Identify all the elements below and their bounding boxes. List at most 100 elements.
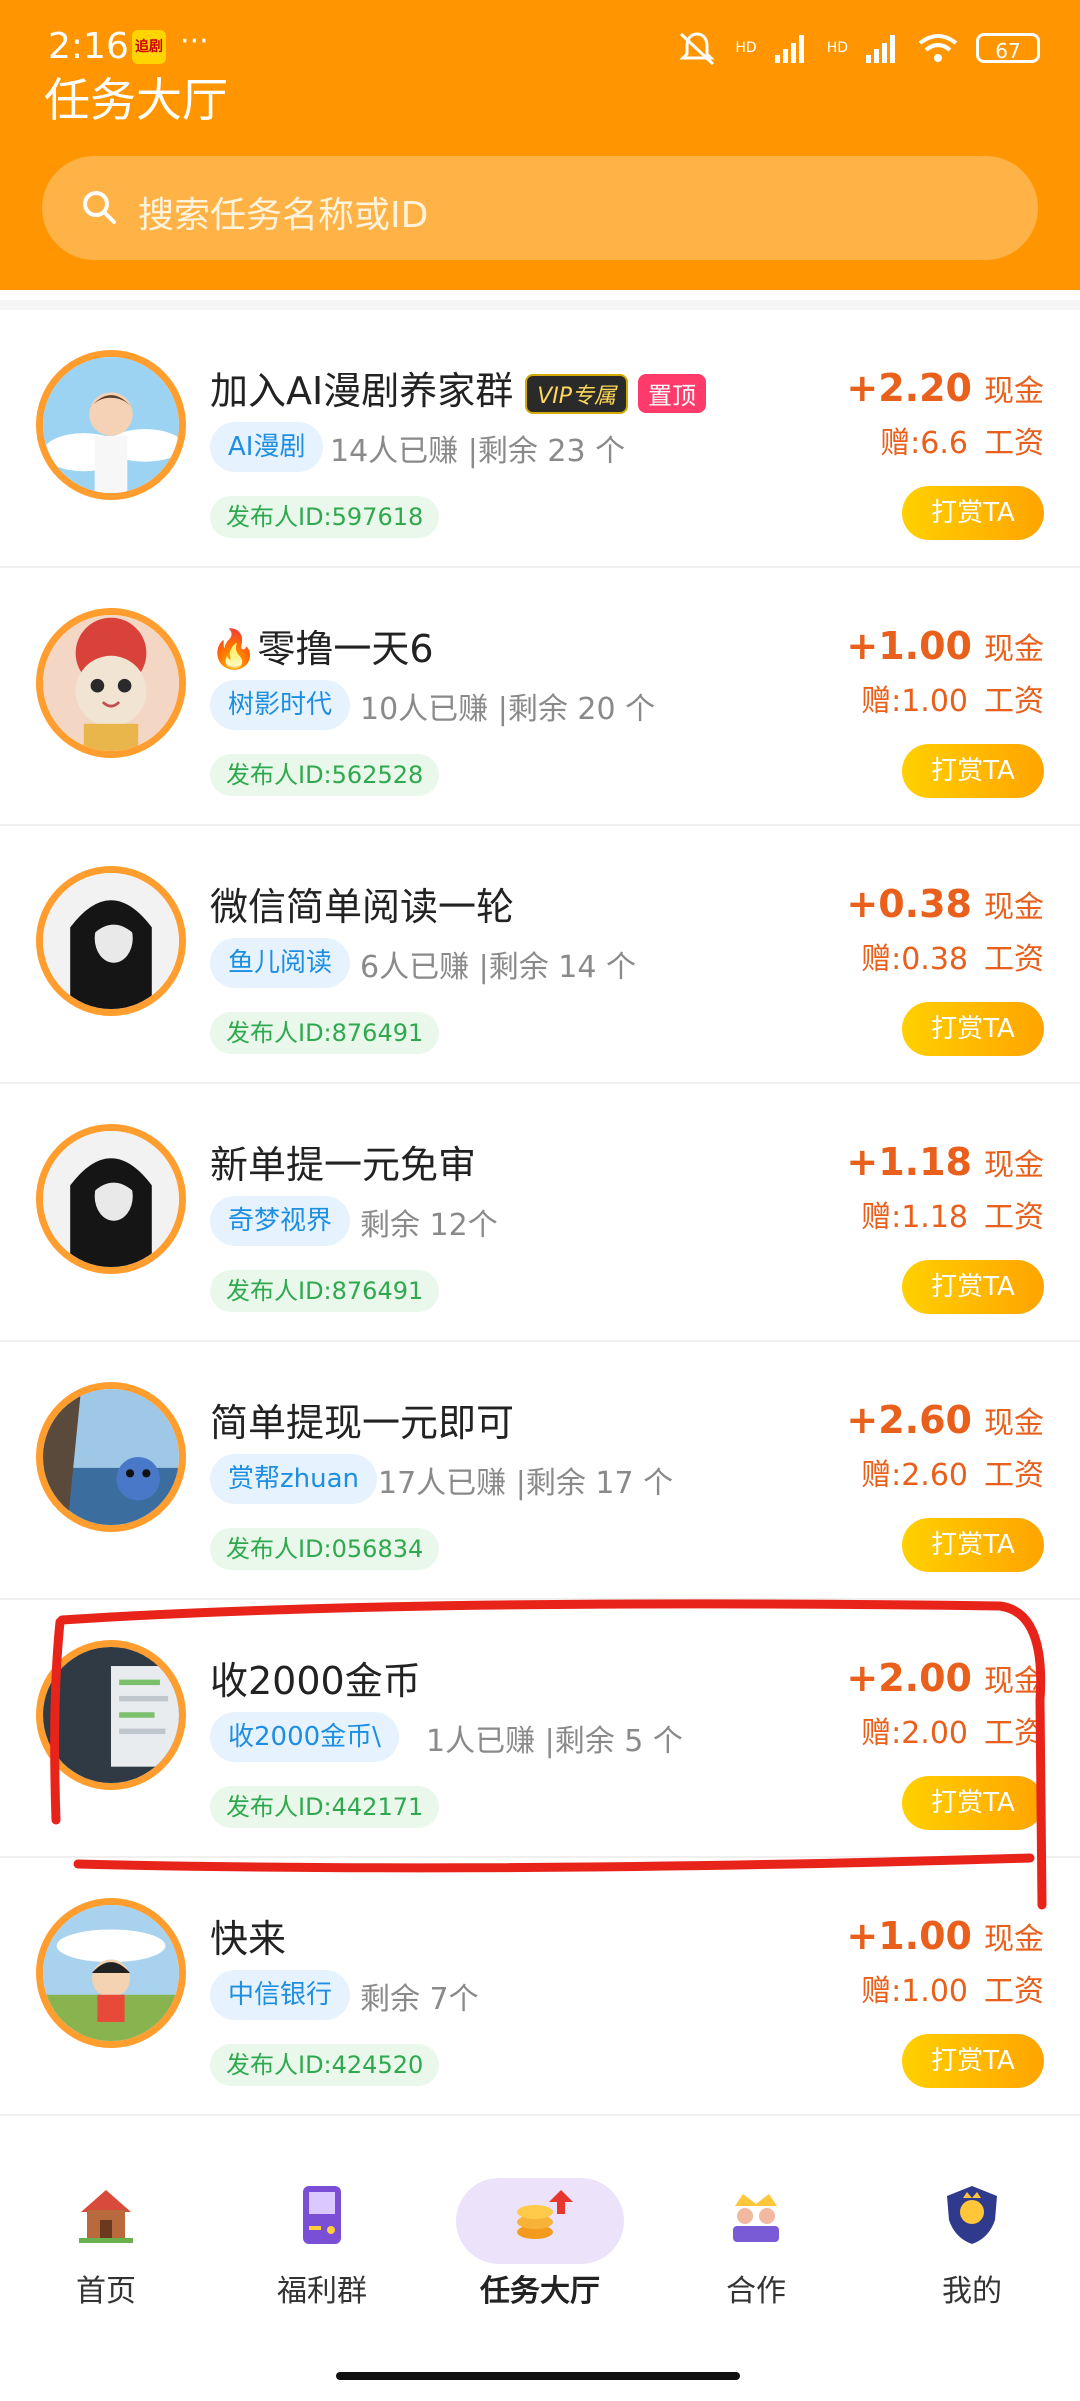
task-row[interactable]: 新单提一元免审 奇梦视界 剩余 12个 发布人ID:876491 +1.18 现金… <box>0 1084 1080 1342</box>
task-title: 新单提一元免审 <box>210 1134 476 1189</box>
cash-label: 现金 <box>984 374 1044 409</box>
tip-button[interactable]: 打赏TA <box>902 2034 1044 2088</box>
cash-amount: +1.18 <box>846 1140 972 1184</box>
tip-button[interactable]: 打赏TA <box>902 744 1044 798</box>
task-tag: 中信银行 <box>210 1970 351 2020</box>
tab-label: 我的 <box>942 2274 1002 2309</box>
publisher-avatar <box>36 608 186 758</box>
cash-amount: +1.00 <box>846 624 972 668</box>
tip-button[interactable]: 打赏TA <box>902 486 1044 540</box>
task-stats: 10人已赚 |剩余 20 个 <box>360 692 656 727</box>
task-row[interactable]: 微信简单阅读一轮 鱼儿阅读 6人已赚 |剩余 14 个 发布人ID:876491… <box>0 826 1080 1084</box>
bonus-reward: 赠:0.38 工资 <box>861 934 1044 978</box>
bonus-label: 工资 <box>984 684 1044 719</box>
task-stats: 17人已赚 |剩余 17 个 <box>378 1466 674 1501</box>
tip-button[interactable]: 打赏TA <box>902 1002 1044 1056</box>
signal-hd-label-2: HD <box>826 40 848 56</box>
cash-reward: +1.00 现金 <box>846 1914 1044 1958</box>
cash-amount: +1.00 <box>846 1914 972 1958</box>
publisher-id: 发布人ID:424520 <box>210 2044 440 2086</box>
cash-label: 现金 <box>984 1922 1044 1957</box>
task-title: 收2000金币 <box>210 1650 421 1705</box>
page-title: 任务大厅 <box>44 73 228 127</box>
bonus-amount: 赠:6.6 <box>880 426 968 461</box>
tab-label: 合作 <box>726 2274 786 2309</box>
publisher-id: 发布人ID:056834 <box>210 1528 440 1570</box>
bonus-label: 工资 <box>984 426 1044 461</box>
task-stats: 6人已赚 |剩余 14 个 <box>360 950 636 985</box>
cash-label: 现金 <box>984 1406 1044 1441</box>
task-tag: AI漫剧 <box>210 422 324 472</box>
bonus-reward: 赠:6.6 工资 <box>880 418 1044 462</box>
coins-stack-icon <box>517 2190 573 2239</box>
task-title-text: 收2000金币 <box>210 1659 421 1703</box>
task-row[interactable]: 快来 中信银行 剩余 7个 发布人ID:424520 +1.00 现金 赠:1.0… <box>0 1858 1080 2116</box>
bonus-label: 工资 <box>984 1200 1044 1235</box>
bonus-amount: 赠:1.00 <box>861 1974 968 2009</box>
pinned-badge: 置顶 <box>638 374 707 413</box>
publisher-avatar <box>36 350 186 500</box>
cash-label: 现金 <box>984 1664 1044 1699</box>
list-divider <box>0 300 1080 310</box>
tab-label: 任务大厅 <box>480 2274 600 2309</box>
bonus-amount: 赠:2.00 <box>861 1716 968 1751</box>
cash-label: 现金 <box>984 632 1044 667</box>
cash-label: 现金 <box>984 890 1044 925</box>
publisher-avatar <box>36 1124 186 1274</box>
signal-icon-2 <box>866 35 895 63</box>
publisher-avatar <box>36 1382 186 1532</box>
crown-people-icon <box>733 2194 779 2242</box>
tab-partner[interactable]: 合作 <box>666 2180 846 2310</box>
task-row[interactable]: 加入AI漫剧养家群 VIP专属 置顶 AI漫剧 14人已赚 |剩余 23 个 发布人… <box>0 310 1080 568</box>
cash-amount: +0.38 <box>846 882 972 926</box>
task-title: 加入AI漫剧养家群 VIP专属 置顶 <box>210 360 707 415</box>
task-title: 简单提现一元即可 <box>210 1392 514 1447</box>
task-stats: 14人已赚 |剩余 23 个 <box>330 434 626 469</box>
task-row[interactable]: 简单提现一元即可 赏帮zhuan 17人已赚 |剩余 17 个 发布人ID:05… <box>0 1342 1080 1600</box>
tip-button[interactable]: 打赏TA <box>902 1776 1044 1830</box>
task-title: 快来 <box>210 1908 286 1963</box>
search-icon <box>83 191 116 224</box>
more-notifications-icon: ··· <box>180 24 209 59</box>
task-title-text: 新单提一元免审 <box>210 1143 477 1187</box>
tab-task-hall[interactable]: 任务大厅 <box>450 2180 630 2310</box>
bottom-tab-bar: 首页 福利群 任务大厅 合作 我的 <box>0 2140 1080 2401</box>
task-row[interactable]: 🔥零撸一天6 树影时代 10人已赚 |剩余 20 个 发布人ID:562528 … <box>0 568 1080 826</box>
signal-icon-1 <box>774 35 804 63</box>
publisher-avatar <box>36 1898 186 2048</box>
publisher-id: 发布人ID:876491 <box>210 1270 440 1312</box>
status-indicators: HD HD 67 <box>677 30 1040 66</box>
home-indicator[interactable] <box>336 2372 740 2380</box>
tab-me[interactable]: 我的 <box>882 2180 1062 2310</box>
tip-button[interactable]: 打赏TA <box>902 1260 1044 1314</box>
tab-welfare-group[interactable]: 福利群 <box>232 2180 412 2310</box>
cash-reward: +2.60 现金 <box>846 1398 1044 1442</box>
task-tag: 奇梦视界 <box>210 1196 351 1246</box>
tip-button[interactable]: 打赏TA <box>902 1518 1044 1572</box>
task-title-text: 简单提现一元即可 <box>210 1401 515 1445</box>
search-bar[interactable]: 搜索任务名称或ID <box>42 156 1038 260</box>
task-stats: 剩余 12个 <box>360 1208 498 1243</box>
home-icon <box>79 2190 133 2243</box>
task-title-text: 加入AI漫剧养家群 <box>210 369 514 413</box>
cash-reward: +2.20 现金 <box>846 366 1044 410</box>
publisher-id: 发布人ID:442171 <box>210 1786 440 1828</box>
status-time: 2:16 <box>48 26 129 67</box>
task-row[interactable]: 收2000金币 收2000金币\ 1人已赚 |剩余 5 个 发布人ID:4421… <box>0 1600 1080 1858</box>
bonus-reward: 赠:1.00 工资 <box>861 676 1044 720</box>
publisher-id: 发布人ID:597618 <box>210 496 440 538</box>
task-title: 微信简单阅读一轮 <box>210 876 514 931</box>
vip-badge: VIP专属 <box>525 373 629 414</box>
tab-home[interactable]: 首页 <box>16 2180 196 2310</box>
task-tag: 树影时代 <box>210 680 351 730</box>
cash-reward: +1.00 现金 <box>846 624 1044 668</box>
cash-amount: +2.20 <box>846 366 972 410</box>
notification-app-icon: 追剧 <box>132 30 166 64</box>
bonus-reward: 赠:1.00 工资 <box>861 1966 1044 2010</box>
task-tag: 鱼儿阅读 <box>210 938 351 988</box>
header: 2:16 追剧 ··· HD HD 67 任务大厅 搜索任务名称或ID <box>0 0 1080 290</box>
mute-icon <box>679 32 715 66</box>
bonus-amount: 赠:2.60 <box>861 1458 968 1493</box>
task-tag: 收2000金币\ <box>210 1712 399 1762</box>
task-title-text: 🔥零撸一天6 <box>210 627 434 671</box>
